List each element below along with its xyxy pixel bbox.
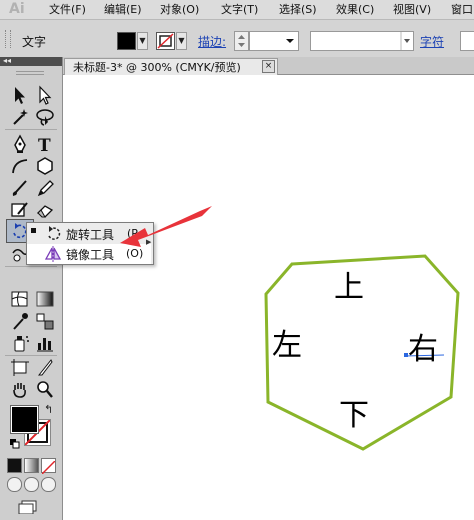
annotation-arrow	[120, 206, 212, 247]
label-left[interactable]: 左	[272, 320, 302, 364]
label-top[interactable]: 上	[334, 262, 364, 306]
label-bottom[interactable]: 下	[339, 390, 369, 434]
label-right[interactable]: 右	[408, 324, 438, 368]
artwork-layer	[120, 206, 460, 451]
